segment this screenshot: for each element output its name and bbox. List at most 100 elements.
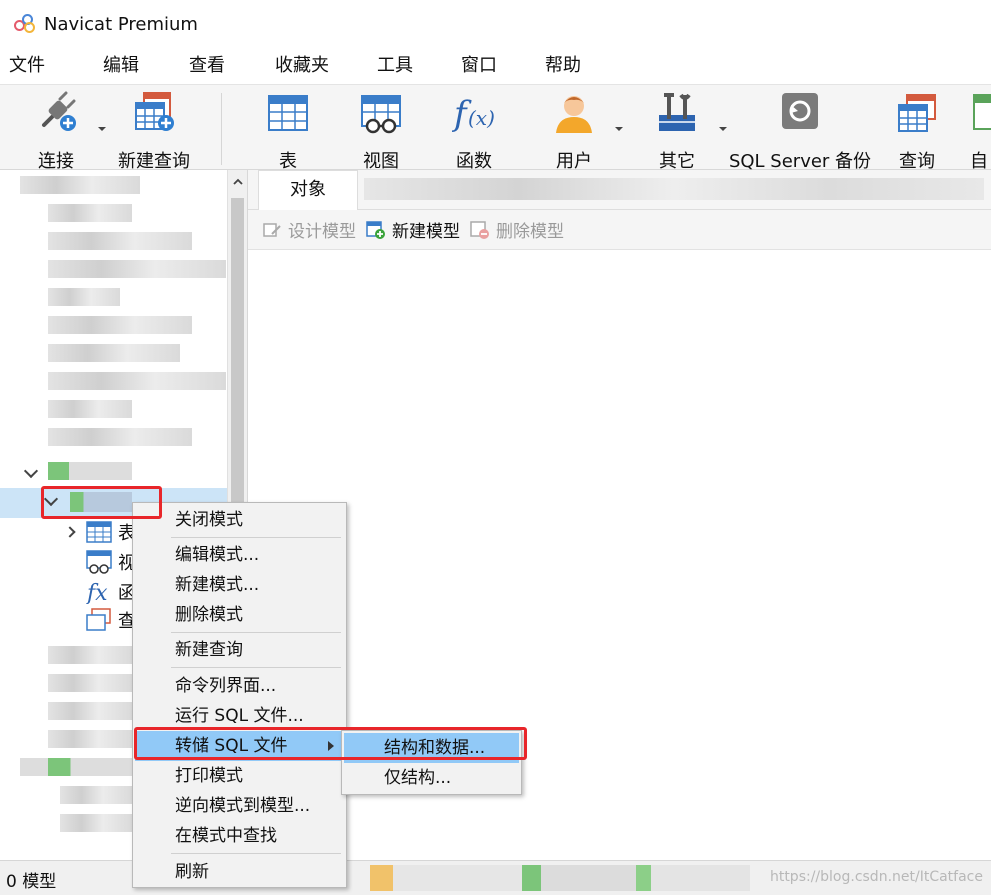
tree-item[interactable]: [60, 786, 132, 804]
annotation-box-schema: [41, 486, 162, 519]
new-model-icon: [366, 220, 385, 239]
menu-help[interactable]: 帮助: [535, 48, 591, 84]
connection-plug-icon: [34, 91, 78, 135]
menu-new-query[interactable]: 新建查询: [135, 635, 344, 665]
menu-find-in-schema[interactable]: 在模式中查找: [135, 821, 344, 851]
design-model-label: 设计模型: [288, 222, 356, 242]
design-model-icon: [263, 222, 281, 237]
menu-view[interactable]: 查看: [179, 48, 235, 84]
automation-button[interactable]: 自: [970, 89, 991, 169]
menu-refresh[interactable]: 刷新: [135, 857, 344, 887]
user-button[interactable]: 用户: [550, 89, 598, 172]
query-icon: [86, 608, 111, 631]
tree-item[interactable]: [48, 646, 132, 664]
tab-blurred[interactable]: [364, 178, 984, 200]
table-icon: [86, 521, 112, 543]
watermark: https://blog.csdn.net/ItCatface: [769, 869, 983, 885]
query-icon: [895, 91, 939, 135]
new-query-icon: [132, 91, 176, 135]
svg-text:(x): (x): [468, 106, 495, 130]
tree-item[interactable]: [48, 428, 192, 446]
tree-item[interactable]: [48, 702, 132, 720]
menu-separator: [171, 537, 341, 538]
tree-item[interactable]: [48, 204, 132, 222]
automation-label: 自: [970, 151, 988, 169]
delete-model-label: 删除模型: [496, 222, 564, 242]
new-model-label: 新建模型: [392, 222, 460, 242]
tree-node-queries[interactable]: 查: [86, 606, 136, 634]
menu-new-schema[interactable]: 新建模式...: [135, 570, 344, 600]
design-model-button[interactable]: 设计模型: [262, 217, 356, 242]
menu-tools[interactable]: 工具: [367, 48, 423, 84]
function-button[interactable]: f (x) 函数: [450, 89, 498, 172]
tree-item[interactable]: [48, 316, 192, 334]
user-icon: [552, 91, 596, 135]
tree-item[interactable]: [48, 462, 132, 480]
menu-command-line[interactable]: 命令列界面...: [135, 671, 344, 701]
tree-item[interactable]: [60, 814, 132, 832]
window-title: Navicat Premium: [44, 13, 198, 35]
navicat-logo-icon: [14, 13, 36, 35]
delete-model-icon: [470, 220, 489, 239]
tree-item[interactable]: [20, 176, 140, 194]
title-bar: Navicat Premium: [0, 0, 991, 48]
menu-separator: [171, 632, 341, 633]
connection-dropdown-icon[interactable]: [97, 125, 107, 135]
tools-icon: [655, 91, 699, 135]
scroll-up-icon[interactable]: [232, 176, 244, 188]
delete-model-button[interactable]: 删除模型: [470, 217, 564, 242]
object-toolbar: 设计模型 新建模型 删除模型: [248, 210, 991, 250]
tree-item[interactable]: [48, 400, 132, 418]
other-button[interactable]: 其它: [653, 89, 701, 172]
tree-node-views[interactable]: 视: [86, 548, 136, 576]
submenu-structure-only[interactable]: 仅结构...: [344, 763, 519, 793]
view-icon: [359, 91, 403, 135]
view-icon: [86, 550, 112, 574]
new-query-button[interactable]: 新建查询: [116, 89, 192, 172]
menu-file[interactable]: 文件: [0, 48, 55, 84]
tree-item[interactable]: [48, 674, 132, 692]
tree-item[interactable]: [48, 232, 192, 250]
tab-objects[interactable]: 对象: [258, 170, 358, 210]
automation-icon: [970, 91, 991, 135]
tab-bar: 对象: [248, 170, 991, 210]
table-icon: [266, 91, 310, 135]
table-button[interactable]: 表: [264, 89, 312, 172]
new-model-button[interactable]: 新建模型: [366, 217, 460, 242]
backup-icon: [778, 91, 822, 135]
main-toolbar: 连接 新建查询 表 视图 f (x) 函数 用户 其它 SQL Server 备…: [0, 84, 991, 172]
tree-item[interactable]: [48, 344, 180, 362]
menu-delete-schema[interactable]: 删除模式: [135, 600, 344, 630]
menu-separator: [171, 853, 341, 854]
sql-server-backup-button[interactable]: SQL Server 备份: [729, 89, 871, 172]
tree-item[interactable]: [48, 372, 226, 390]
user-dropdown-icon[interactable]: [614, 125, 624, 135]
menu-separator: [171, 667, 341, 668]
other-dropdown-icon[interactable]: [718, 125, 728, 135]
menu-window[interactable]: 窗口: [451, 48, 507, 84]
menu-favorites[interactable]: 收藏夹: [265, 48, 339, 84]
function-icon: fx: [86, 581, 108, 604]
menu-bar: 文件 编辑 查看 收藏夹 工具 窗口 帮助: [0, 48, 991, 84]
menu-edit[interactable]: 编辑: [93, 48, 149, 84]
tree-item[interactable]: [48, 730, 132, 748]
query-button[interactable]: 查询: [893, 89, 941, 172]
view-button[interactable]: 视图: [357, 89, 405, 172]
tree-item[interactable]: [48, 288, 120, 306]
chevron-down-icon[interactable]: [23, 463, 39, 479]
annotation-box-dump: [134, 727, 527, 760]
menu-close-schema[interactable]: 关闭模式: [135, 505, 344, 535]
connection-button[interactable]: 连接: [28, 89, 84, 172]
menu-edit-schema[interactable]: 编辑模式...: [135, 540, 344, 570]
chevron-right-icon[interactable]: [64, 526, 76, 538]
tree-item[interactable]: [20, 758, 132, 776]
tree-node-functions[interactable]: fx 函: [86, 578, 136, 606]
menu-print-schema[interactable]: 打印模式: [135, 761, 344, 791]
tree-item[interactable]: [48, 260, 226, 278]
status-blurred: [370, 865, 750, 891]
context-menu: 关闭模式 编辑模式... 新建模式... 删除模式 新建查询 命令列界面... …: [132, 502, 347, 888]
tree-node-tables[interactable]: 表: [86, 518, 136, 546]
svg-text:fx: fx: [86, 581, 108, 604]
menu-reverse-schema-to-model[interactable]: 逆向模式到模型...: [135, 791, 344, 821]
status-model-count: 0 模型: [6, 872, 57, 892]
